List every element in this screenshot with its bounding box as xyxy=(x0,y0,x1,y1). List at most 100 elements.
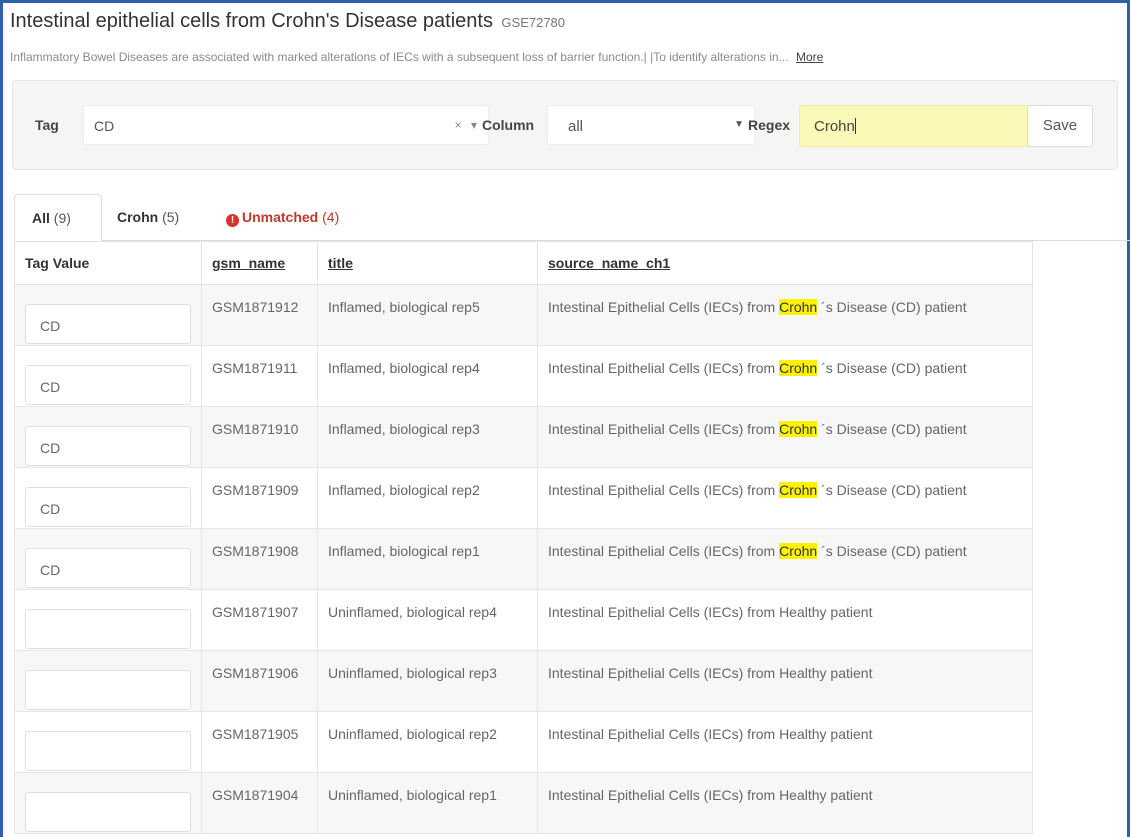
regex-match-highlight: Crohn xyxy=(779,421,818,437)
table-row: GSM1871907 Uninflamed, biological rep4 Int… xyxy=(14,589,1033,651)
table-row: CD GSM1871909 Inflamed, biological rep2 Int… xyxy=(14,467,1033,529)
regex-match-highlight: Crohn xyxy=(779,543,818,559)
gsm-name-cell: GSM1871910 xyxy=(201,406,318,468)
source-name-cell: Intestinal Epithelial Cells (IECs) from … xyxy=(537,711,1033,773)
tab-unmatched-label: Unmatched xyxy=(242,209,319,225)
tag-value-cell: CD xyxy=(14,406,202,468)
filter-panel: Tag CD × ▾ Column all ▼ Regex Crohn Save xyxy=(12,80,1118,170)
app-window: Intestinal epithelial cells from Crohn's… xyxy=(0,0,1130,837)
title-cell: Inflamed, biological rep1 xyxy=(317,528,538,590)
samples-table: Tag Value gsm_name title source_name_ch1… xyxy=(14,241,1033,834)
table-row: CD GSM1871908 Inflamed, biological rep1 Int… xyxy=(14,528,1033,590)
summary-text: Inflammatory Bowel Diseases are associat… xyxy=(10,50,789,64)
gsm-name-cell: GSM1871906 xyxy=(201,650,318,712)
table-row: GSM1871906 Uninflamed, biological rep3 Int… xyxy=(14,650,1033,712)
source-text-pre: Intestinal Epithelial Cells (IECs) from xyxy=(548,299,780,315)
regex-label: Regex xyxy=(748,117,791,133)
source-text-post: ´s Disease (CD) patient xyxy=(817,543,967,559)
col-header-tag-value: Tag Value xyxy=(14,241,202,285)
col-header-source-name[interactable]: source_name_ch1 xyxy=(537,241,1033,285)
source-text-pre: Intestinal Epithelial Cells (IECs) from xyxy=(548,543,780,559)
tab-crohn-label: Crohn xyxy=(117,209,159,225)
regex-match-highlight: Crohn xyxy=(779,360,818,376)
tag-value-cell xyxy=(14,589,202,651)
table-row: CD GSM1871912 Inflamed, biological rep5 Int… xyxy=(14,284,1033,346)
save-button[interactable]: Save xyxy=(1027,105,1093,147)
tag-value-input[interactable]: CD xyxy=(25,487,191,527)
source-text-post: ´s Disease (CD) patient xyxy=(817,360,967,376)
tab-bar: All (9) Crohn (5) ! Unmatched (4) xyxy=(14,194,1130,241)
tag-label: Tag xyxy=(35,117,59,133)
more-link[interactable]: More xyxy=(796,50,823,64)
table-row: CD GSM1871911 Inflamed, biological rep4 Int… xyxy=(14,345,1033,407)
regex-input[interactable]: Crohn xyxy=(799,105,1035,147)
tag-value-input[interactable]: CD xyxy=(25,426,191,466)
source-text-pre: Intestinal Epithelial Cells (IECs) from xyxy=(548,360,780,376)
source-name-cell: Intestinal Epithelial Cells (IECs) from … xyxy=(537,467,1033,529)
tag-value-input[interactable]: CD xyxy=(25,304,191,344)
warning-icon: ! xyxy=(226,214,239,227)
title-cell: Inflamed, biological rep3 xyxy=(317,406,538,468)
column-label: Column xyxy=(482,117,535,133)
table-header-row: Tag Value gsm_name title source_name_ch1 xyxy=(14,241,1033,285)
page-title-row: Intestinal epithelial cells from Crohn's… xyxy=(10,10,565,33)
source-name-cell: Intestinal Epithelial Cells (IECs) from … xyxy=(537,345,1033,407)
source-name-cell: Intestinal Epithelial Cells (IECs) from … xyxy=(537,589,1033,651)
table-row: GSM1871905 Uninflamed, biological rep2 Int… xyxy=(14,711,1033,773)
source-text-pre: Intestinal Epithelial Cells (IECs) from xyxy=(548,482,780,498)
tag-value-cell: CD xyxy=(14,345,202,407)
gsm-name-cell: GSM1871905 xyxy=(201,711,318,773)
gsm-name-cell: GSM1871907 xyxy=(201,589,318,651)
tag-value-cell: CD xyxy=(14,284,202,346)
tag-select[interactable]: CD × ▾ xyxy=(83,105,489,145)
tag-value-cell: CD xyxy=(14,528,202,590)
regex-match-highlight: Crohn xyxy=(779,482,818,498)
tab-all[interactable]: All (9) xyxy=(14,194,102,241)
table-body: CD GSM1871912 Inflamed, biological rep5 Int… xyxy=(14,284,1033,834)
column-select[interactable]: all ▼ xyxy=(547,105,755,145)
gsm-name-cell: GSM1871911 xyxy=(201,345,318,407)
column-select-value: all xyxy=(568,118,584,135)
source-name-cell: Intestinal Epithelial Cells (IECs) from … xyxy=(537,772,1033,834)
tag-value-input[interactable] xyxy=(25,731,191,771)
gsm-name-cell: GSM1871909 xyxy=(201,467,318,529)
col-header-title[interactable]: title xyxy=(317,241,538,285)
title-cell: Uninflamed, biological rep1 xyxy=(317,772,538,834)
tab-all-label: All xyxy=(32,210,50,226)
tab-all-count: (9) xyxy=(53,210,71,226)
regex-input-value: Crohn xyxy=(814,118,856,135)
tag-value-cell: CD xyxy=(14,467,202,529)
title-cell: Inflamed, biological rep4 xyxy=(317,345,538,407)
title-cell: Uninflamed, biological rep3 xyxy=(317,650,538,712)
source-text-post: ´s Disease (CD) patient xyxy=(817,299,967,315)
source-text-post: ´s Disease (CD) patient xyxy=(817,482,967,498)
gsm-name-cell: GSM1871912 xyxy=(201,284,318,346)
chevron-down-icon: ▼ xyxy=(734,119,744,130)
dataset-summary: Inflammatory Bowel Diseases are associat… xyxy=(10,50,823,64)
tag-value-input[interactable] xyxy=(25,792,191,832)
tag-value-input[interactable]: CD xyxy=(25,548,191,588)
window-border-top xyxy=(0,0,1130,3)
source-name-cell: Intestinal Epithelial Cells (IECs) from … xyxy=(537,406,1033,468)
tag-value-input[interactable] xyxy=(25,670,191,710)
tag-value-input[interactable]: CD xyxy=(25,365,191,405)
tab-unmatched[interactable]: ! Unmatched (4) xyxy=(226,194,339,241)
source-text-post: ´s Disease (CD) patient xyxy=(817,421,967,437)
tab-crohn[interactable]: Crohn (5) xyxy=(117,194,179,241)
regex-match-highlight: Crohn xyxy=(779,299,818,315)
gse-accession: GSE72780 xyxy=(501,15,566,30)
tab-crohn-count: (5) xyxy=(162,209,180,225)
source-name-cell: Intestinal Epithelial Cells (IECs) from … xyxy=(537,528,1033,590)
tab-unmatched-count: (4) xyxy=(322,209,340,225)
clear-and-dropdown-icon[interactable]: × ▾ xyxy=(455,118,480,132)
tag-value-input[interactable] xyxy=(25,609,191,649)
table-row: GSM1871904 Uninflamed, biological rep1 Int… xyxy=(14,772,1033,834)
col-header-gsm-name[interactable]: gsm_name xyxy=(201,241,318,285)
title-cell: Inflamed, biological rep5 xyxy=(317,284,538,346)
tag-value-cell xyxy=(14,711,202,773)
table-row: CD GSM1871910 Inflamed, biological rep3 Int… xyxy=(14,406,1033,468)
source-text-pre: Intestinal Epithelial Cells (IECs) from xyxy=(548,421,780,437)
source-name-cell: Intestinal Epithelial Cells (IECs) from … xyxy=(537,650,1033,712)
text-caret xyxy=(854,118,856,134)
title-cell: Uninflamed, biological rep4 xyxy=(317,589,538,651)
